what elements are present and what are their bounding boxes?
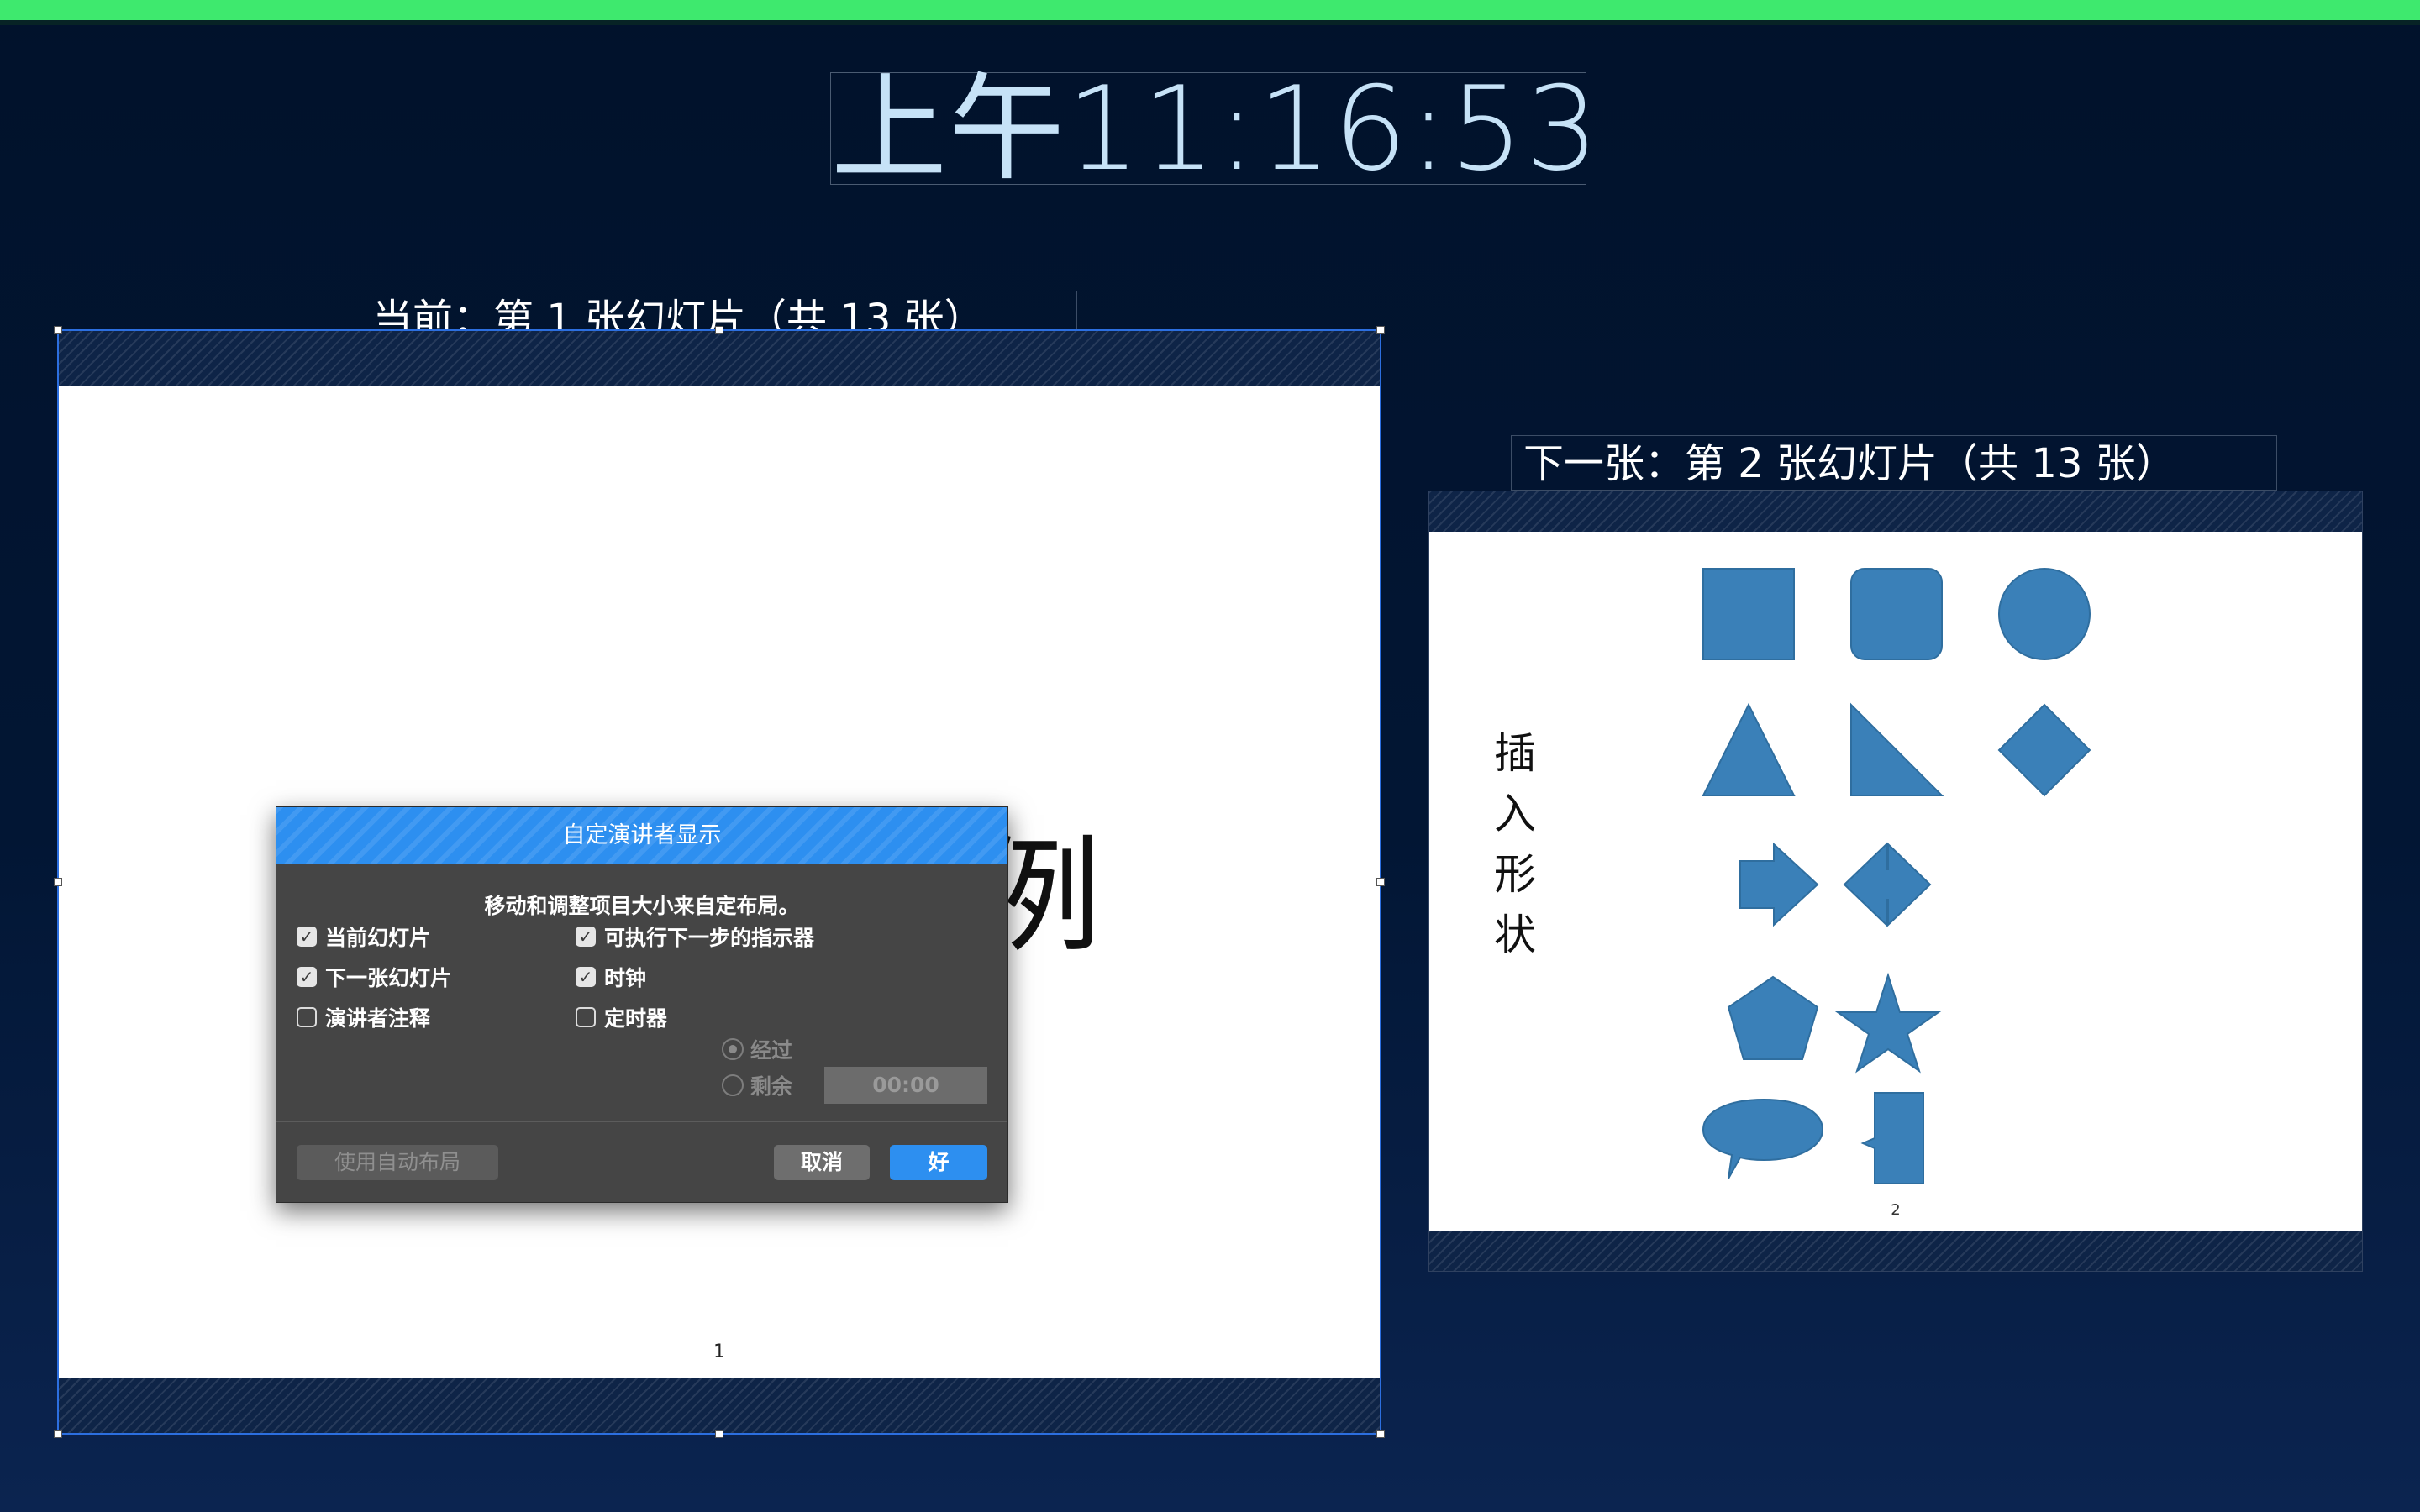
option-presenter-notes-label: 演讲者注释 (325, 1006, 431, 1031)
checkbox-checked-icon[interactable]: ✓ (297, 967, 317, 987)
rounded-square-shape (1850, 568, 1943, 660)
pentagon-shape (1727, 975, 1819, 1060)
diamond-shape (1997, 703, 2091, 797)
clock-display[interactable]: 上午11:16:53 (830, 71, 1599, 187)
shapes-grid (1702, 568, 2091, 1184)
next-slide-number: 2 (1891, 1201, 1901, 1219)
option-clock-label: 时钟 (604, 966, 647, 990)
current-slide-number: 1 (713, 1341, 725, 1362)
resize-handle-bottom-right[interactable] (1376, 1430, 1385, 1438)
arrow-shape (1739, 842, 1819, 927)
next-slide-panel[interactable]: 插入形状 2 (1428, 491, 2363, 1272)
radio-elapsed[interactable]: 经过 (722, 1034, 792, 1064)
callout-square-shape (1860, 1092, 1924, 1184)
circle-shape (1998, 568, 2091, 660)
dialog-message: 移动和调整项目大小来自定布局。 (484, 894, 800, 918)
next-slide-canvas: 插入形状 2 (1429, 532, 2362, 1231)
dialog-title[interactable]: 自定演讲者显示 (276, 807, 1007, 864)
option-timer-label: 定时器 (604, 1006, 668, 1031)
option-clock[interactable]: ✓ 时钟 (576, 962, 646, 992)
resize-handle-top-left[interactable] (54, 326, 62, 334)
top-bar-shadow (0, 20, 2420, 25)
current-slide-hatch-top (59, 331, 1380, 386)
resize-handle-bottom[interactable] (715, 1430, 723, 1438)
dialog-divider (276, 1121, 1007, 1122)
resize-handle-top-right[interactable] (1376, 326, 1385, 334)
ok-button[interactable]: 好 (890, 1145, 987, 1180)
timer-duration-field[interactable]: 00:00 (824, 1067, 987, 1104)
option-current-slide[interactable]: ✓ 当前幻灯片 (297, 921, 430, 952)
resize-handle-left[interactable] (54, 878, 62, 886)
resize-handle-top[interactable] (715, 326, 723, 334)
top-status-bar (0, 0, 2420, 20)
checkbox-checked-icon[interactable]: ✓ (576, 927, 596, 947)
resize-handle-right[interactable] (1376, 878, 1385, 886)
next-slide-hatch-bottom (1429, 1231, 2362, 1271)
checkbox-checked-icon[interactable]: ✓ (297, 927, 317, 947)
right-triangle-shape (1850, 702, 1944, 796)
next-slide-label[interactable]: 下一张：第 2 张幻灯片（共 13 张） (1511, 435, 2277, 491)
triangle-shape (1702, 702, 1796, 796)
option-current-slide-label: 当前幻灯片 (325, 926, 431, 950)
option-presenter-notes[interactable]: 演讲者注释 (297, 1002, 430, 1032)
option-next-slide[interactable]: ✓ 下一张幻灯片 (297, 962, 451, 992)
radio-unselected-icon[interactable] (722, 1074, 744, 1096)
checkbox-unchecked-icon[interactable] (576, 1007, 596, 1027)
option-ready-indicator[interactable]: ✓ 可执行下一步的指示器 (576, 921, 814, 952)
radio-selected-icon[interactable] (722, 1038, 744, 1060)
option-ready-indicator-label: 可执行下一步的指示器 (604, 926, 815, 950)
speech-bubble-shape (1702, 1098, 1824, 1179)
next-slide-hatch-top (1429, 491, 2362, 532)
current-slide-hatch-bottom (59, 1378, 1380, 1433)
star-shape (1834, 972, 1942, 1074)
square-shape (1702, 568, 1795, 660)
option-next-slide-label: 下一张幻灯片 (325, 966, 452, 990)
checkbox-checked-icon[interactable]: ✓ (576, 967, 596, 987)
resize-handle-bottom-left[interactable] (54, 1430, 62, 1438)
use-auto-layout-button[interactable]: 使用自动布局 (297, 1145, 498, 1180)
cancel-button[interactable]: 取消 (774, 1145, 870, 1180)
option-timer[interactable]: 定时器 (576, 1002, 667, 1032)
checkbox-unchecked-icon[interactable] (297, 1007, 317, 1027)
customize-presenter-display-dialog: 自定演讲者显示 移动和调整项目大小来自定布局。 ✓ 当前幻灯片 ✓ 下一张幻灯片… (276, 806, 1008, 1203)
double-arrow-shape (1843, 842, 1932, 927)
radio-remaining[interactable]: 剩余 (722, 1070, 792, 1100)
radio-remaining-label: 剩余 (750, 1074, 793, 1099)
radio-elapsed-label: 经过 (750, 1038, 793, 1063)
